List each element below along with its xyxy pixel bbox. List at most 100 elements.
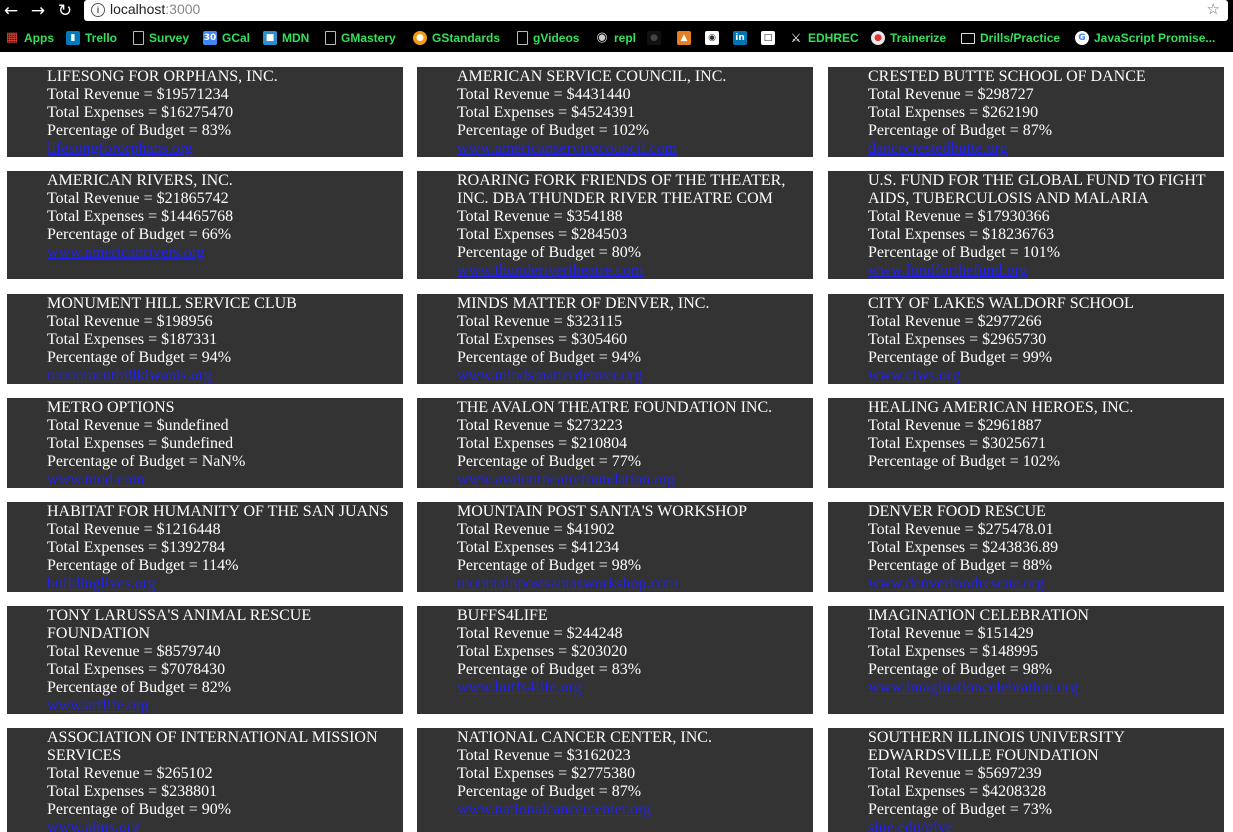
charity-card: ASSOCIATION OF INTERNATIONAL MISSION SER…: [7, 728, 403, 832]
bookmark-gstandards[interactable]: ● GStandards: [413, 29, 500, 47]
budget-line: Percentage of Budget = 101%: [868, 244, 1061, 261]
budget-line: Percentage of Budget = 83%: [47, 122, 232, 139]
repl-icon: ◉: [596, 30, 608, 45]
bookmark-linkedin[interactable]: in: [733, 29, 752, 47]
address-bar[interactable]: i localhost:3000 ☆: [84, 0, 1228, 21]
charity-card: DENVER FOOD RESCUE Total Revenue = $2754…: [828, 502, 1224, 592]
charity-link[interactable]: www.nationalcancercenter.org: [457, 801, 813, 819]
page-content: LIFESONG FOR ORPHANS, INC. Total Revenue…: [0, 52, 1233, 832]
bookmark-mdn[interactable]: ■ MDN: [263, 29, 309, 47]
charity-link[interactable]: buildinglives.org: [47, 575, 403, 592]
bookmark-owl[interactable]: ◉: [705, 29, 724, 47]
revenue-line: Total Revenue = $undefined: [47, 417, 229, 434]
charity-card: MONUMENT HILL SERVICE CLUB Total Revenue…: [7, 294, 403, 384]
bookmark-gcal[interactable]: 30 GCal: [203, 29, 250, 47]
charity-link[interactable]: lifesongfororphans.org: [47, 140, 403, 157]
charity-card: HABITAT FOR HUMANITY OF THE SAN JUANS To…: [7, 502, 403, 592]
charity-link[interactable]: www.arflife.org: [47, 697, 403, 714]
expenses-line: Total Expenses = $262190: [868, 104, 1039, 121]
budget-line: Percentage of Budget = 80%: [457, 244, 642, 261]
revenue-line: Total Revenue = $151429: [868, 625, 1034, 642]
charity-link[interactable]: www.mod.com: [47, 471, 403, 488]
bookmark-apps[interactable]: ▦ Apps: [5, 29, 54, 47]
charity-link[interactable]: www.thunderivertheatre.com: [457, 262, 813, 279]
apps-grid-icon: ▦: [5, 30, 19, 45]
bookmark-gvideos[interactable]: gVideos: [517, 29, 579, 47]
bookmark-mtg[interactable]: □: [761, 29, 780, 47]
expenses-line: Total Expenses = $243836.89: [868, 539, 1059, 556]
bookmark-trainerize[interactable]: ● Trainerize: [871, 29, 946, 47]
forward-arrow-icon[interactable]: →: [27, 0, 49, 22]
trello-icon: ▮: [66, 31, 80, 45]
expenses-line: Total Expenses = $1392784: [47, 539, 226, 556]
charity-link[interactable]: siue.edu/give: [868, 819, 1224, 832]
fitness-icon: ▲: [677, 31, 691, 45]
charity-link[interactable]: www.denverfoodrescue.org: [868, 575, 1224, 592]
expenses-line: Total Expenses = $3025671: [868, 435, 1047, 452]
revenue-line: Total Revenue = $4431440: [457, 86, 631, 103]
page-icon: [133, 31, 144, 45]
bookmark-gmastery[interactable]: GMastery: [325, 29, 396, 47]
bookmark-edhrec[interactable]: ⚔ EDHREC: [789, 29, 859, 47]
charity-link[interactable]: www.clws.org: [868, 367, 1224, 384]
reload-icon[interactable]: ↻: [54, 0, 76, 22]
mdn-icon: ■: [263, 31, 277, 45]
bookmark-fitness[interactable]: ▲: [677, 29, 696, 47]
charity-link[interactable]: www.aims.org: [47, 819, 403, 832]
charity-card: CITY OF LAKES WALDORF SCHOOL Total Reven…: [828, 294, 1224, 384]
budget-line: Percentage of Budget = 77%: [457, 453, 642, 470]
url-port: :3000: [165, 1, 201, 17]
charity-name: METRO OPTIONS: [47, 399, 175, 416]
revenue-line: Total Revenue = $21865742: [47, 190, 229, 207]
revenue-line: Total Revenue = $2961887: [868, 417, 1042, 434]
expenses-line: Total Expenses = $305460: [457, 331, 628, 348]
charity-link[interactable]: www.fundforthefund.org: [868, 262, 1224, 279]
revenue-line: Total Revenue = $323115: [457, 313, 623, 330]
charity-link[interactable]: www.buffs4life.org: [457, 679, 813, 697]
budget-line: Percentage of Budget = 88%: [868, 557, 1053, 574]
expenses-line: Total Expenses = $16275470: [47, 104, 234, 121]
charity-link[interactable]: www.imaginationcelebration.org: [868, 679, 1224, 697]
expenses-line: Total Expenses = $238801: [47, 783, 218, 800]
folder-icon: [961, 32, 975, 44]
charity-link[interactable]: www.americanservicecouncil.com: [457, 140, 813, 157]
page-icon: [517, 31, 528, 45]
budget-line: Percentage of Budget = 114%: [47, 557, 239, 574]
back-arrow-icon[interactable]: ←: [0, 0, 22, 22]
revenue-line: Total Revenue = $265102: [47, 765, 213, 782]
charity-name: U.S. FUND FOR THE GLOBAL FUND TO FIGHT A…: [868, 172, 1206, 207]
charity-link[interactable]: www.mindsmatterdenver.org: [457, 367, 813, 384]
charity-name: MONUMENT HILL SERVICE CLUB: [47, 295, 297, 312]
charity-name: IMAGINATION CELEBRATION: [868, 607, 1089, 624]
bookmark-star-icon[interactable]: ☆: [1207, 0, 1220, 18]
charity-name: DENVER FOOD RESCUE: [868, 503, 1046, 520]
charity-link[interactable]: www.americanrivers.org: [47, 244, 403, 262]
revenue-line: Total Revenue = $354188: [457, 208, 623, 225]
budget-line: Percentage of Budget = 73%: [868, 801, 1053, 818]
bookmark-javascript-promise[interactable]: G JavaScript Promise...: [1075, 29, 1215, 47]
browser-chrome: ← → ↻ i localhost:3000 ☆ ▦ Apps ▮ Trello S…: [0, 0, 1233, 52]
revenue-line: Total Revenue = $19571234: [47, 86, 229, 103]
bookmark-survey[interactable]: Survey: [133, 29, 189, 47]
revenue-line: Total Revenue = $3162023: [457, 747, 631, 764]
bookmark-trello[interactable]: ▮ Trello: [66, 29, 117, 47]
trainerize-icon: ●: [871, 31, 885, 45]
expenses-line: Total Expenses = $203020: [457, 643, 628, 660]
bookmark-github[interactable]: ●: [647, 29, 666, 47]
expenses-line: Total Expenses = $undefined: [47, 435, 234, 452]
page-icon: [325, 31, 336, 45]
charity-name: HABITAT FOR HUMANITY OF THE SAN JUANS: [47, 503, 389, 520]
expenses-line: Total Expenses = $18236763: [868, 226, 1055, 243]
charity-link[interactable]: dancecrestedbutte.org: [868, 140, 1224, 157]
revenue-line: Total Revenue = $41902: [457, 521, 615, 538]
charity-link[interactable]: monumenthillkiwanis.org: [47, 367, 403, 384]
charity-name: CRESTED BUTTE SCHOOL OF DANCE: [868, 68, 1146, 85]
revenue-line: Total Revenue = $8579740: [47, 643, 221, 660]
charity-link[interactable]: mountainpostsantasworkshop.com: [457, 575, 813, 592]
charity-link[interactable]: www.avalontheatrefoundation.org: [457, 471, 813, 488]
bookmark-folder-drills[interactable]: Drills/Practice: [961, 29, 1060, 47]
bookmark-repl[interactable]: ◉ repl: [595, 29, 636, 47]
info-icon[interactable]: i: [91, 3, 105, 17]
linkedin-icon: in: [733, 31, 747, 45]
expenses-line: Total Expenses = $187331: [47, 331, 218, 348]
